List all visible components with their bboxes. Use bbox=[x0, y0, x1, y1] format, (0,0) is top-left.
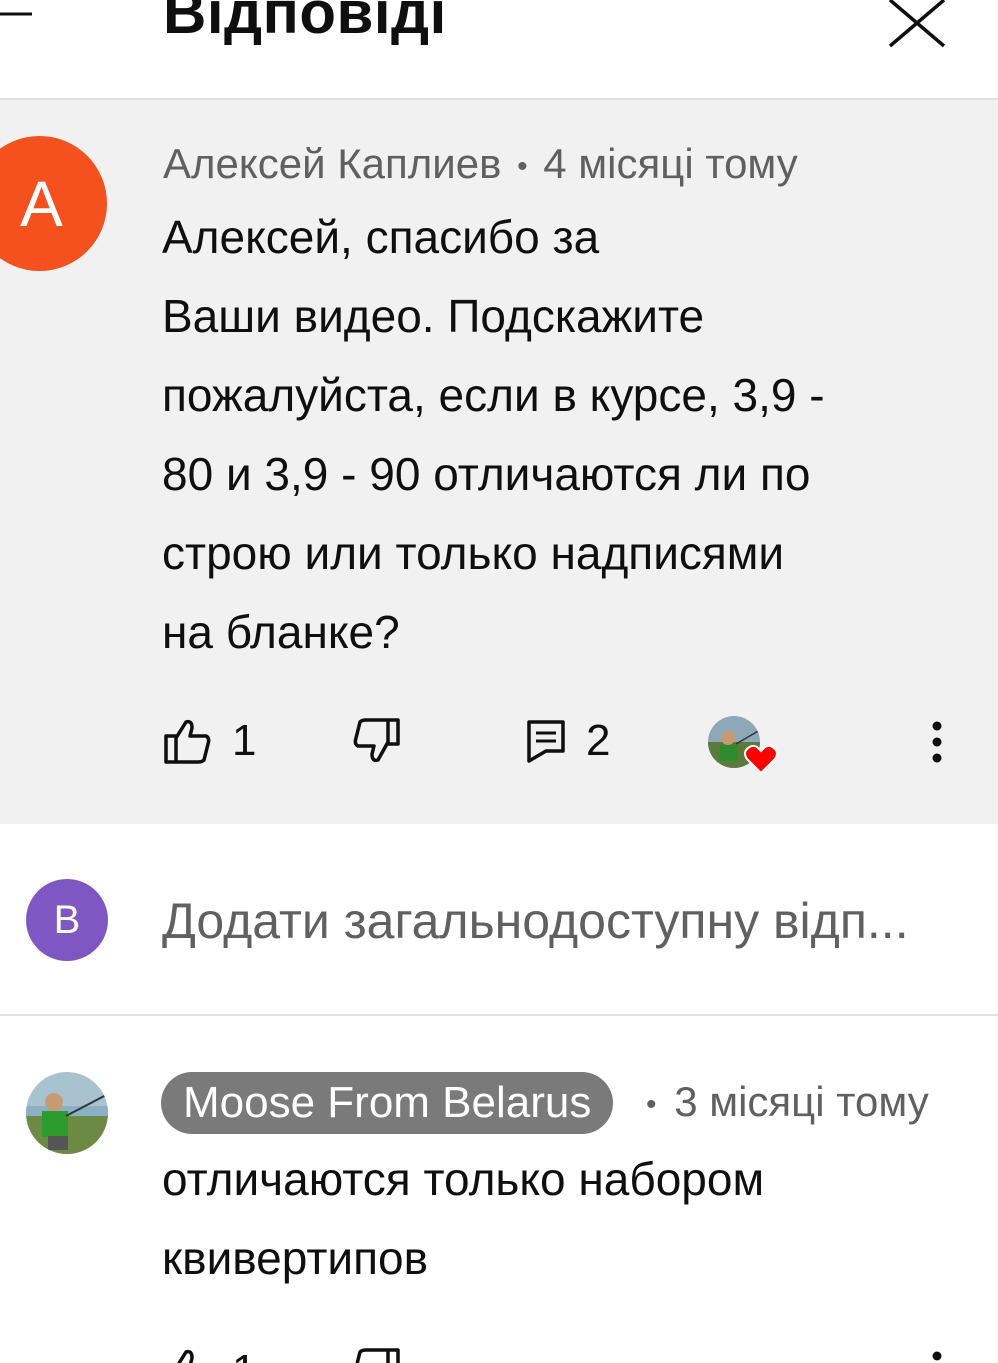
author-chip[interactable]: Moose From Belarus bbox=[161, 1072, 614, 1134]
reply-comment: Moose From Belarus • 3 місяці тому отлич… bbox=[0, 1016, 998, 1363]
like-count: 1 bbox=[232, 1346, 256, 1363]
replies-button[interactable]: 2 bbox=[526, 716, 610, 766]
reply-comment-icon bbox=[527, 720, 565, 763]
comment-text-line: 80 и 3,9 - 90 отличаются ли по bbox=[162, 448, 811, 500]
more-vert-icon bbox=[932, 721, 942, 763]
comment-text: Алексей, спасибо за Ваши видео. Подскажи… bbox=[162, 198, 825, 672]
more-options-button[interactable] bbox=[926, 1350, 948, 1363]
dislike-button[interactable] bbox=[350, 716, 402, 766]
comment-actions: 1 2 bbox=[0, 716, 998, 776]
comment-actions: 1 bbox=[0, 1346, 998, 1363]
comment-text-line: отличаются только набором bbox=[162, 1153, 765, 1205]
add-reply-row[interactable]: В Додати загальнодоступну відп... bbox=[0, 826, 998, 1016]
like-count: 1 bbox=[232, 716, 257, 765]
reply-count: 2 bbox=[586, 716, 611, 765]
comment-time[interactable]: 4 місяці тому bbox=[543, 140, 798, 187]
avatar[interactable]: А bbox=[0, 136, 107, 271]
back-arrow-icon[interactable] bbox=[0, 0, 40, 40]
meta-separator: • bbox=[646, 1087, 657, 1121]
avatar-letter: А bbox=[20, 167, 63, 240]
comment-text-line: пожалуйста, если в курсе, 3,9 - bbox=[162, 369, 825, 421]
avatar-letter: В bbox=[53, 897, 81, 942]
user-avatar[interactable]: В bbox=[26, 879, 108, 961]
thumbs-up-icon bbox=[177, 1349, 194, 1363]
comment-text-line: квивертипов bbox=[162, 1232, 429, 1284]
more-vert-icon bbox=[932, 1351, 942, 1361]
comment-text-line: Алексей, спасибо за bbox=[162, 211, 600, 263]
parent-comment: А Алексей Каплиев • 4 місяці тому Алексе… bbox=[0, 100, 998, 824]
like-button[interactable]: 1 bbox=[162, 716, 256, 766]
close-icon[interactable] bbox=[884, 0, 950, 50]
comment-meta: • 3 місяці тому bbox=[646, 1078, 929, 1126]
avatar[interactable] bbox=[26, 1072, 108, 1154]
comment-text-line: Ваши видео. Подскажите bbox=[162, 290, 705, 342]
creator-heart bbox=[708, 716, 778, 778]
comment-text-line: строю или только надписями bbox=[162, 527, 785, 579]
reply-input[interactable]: Додати загальнодоступну відп... bbox=[162, 892, 982, 950]
comment-text: отличаются только набором квивертипов bbox=[162, 1140, 764, 1298]
comment-time[interactable]: 3 місяці тому bbox=[674, 1078, 929, 1125]
heart-icon bbox=[744, 744, 778, 774]
dislike-button[interactable] bbox=[350, 1346, 402, 1363]
thumbs-down-icon bbox=[353, 718, 400, 763]
header: Відповіді bbox=[0, 0, 998, 100]
page-title: Відповіді bbox=[163, 0, 447, 46]
like-button[interactable]: 1 bbox=[162, 1346, 256, 1363]
meta-separator: • bbox=[517, 149, 528, 183]
thumbs-down-icon bbox=[355, 1348, 400, 1363]
comment-meta: Алексей Каплиев • 4 місяці тому bbox=[163, 140, 798, 188]
comment-author[interactable]: Алексей Каплиев bbox=[163, 140, 501, 187]
thumbs-up-icon bbox=[164, 719, 211, 764]
comment-text-line: на бланке? bbox=[162, 606, 400, 658]
more-options-button[interactable] bbox=[926, 720, 948, 764]
